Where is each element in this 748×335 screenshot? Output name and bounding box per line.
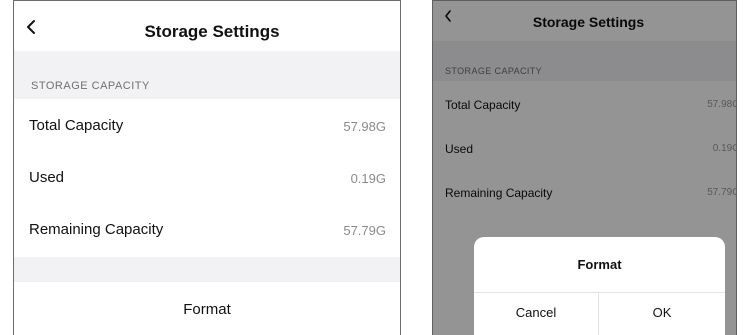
cancel-button[interactable]: Cancel xyxy=(474,293,598,335)
storage-settings-screen: Storage Settings STORAGE CAPACITY Total … xyxy=(13,0,401,335)
storage-settings-screen-format-dialog: Storage Settings STORAGE CAPACITY Total … xyxy=(432,0,737,335)
section-label: STORAGE CAPACITY xyxy=(31,80,150,92)
header-bar: Storage Settings xyxy=(14,1,400,51)
row-value: 57.79G xyxy=(343,223,386,238)
section-gap xyxy=(14,257,400,282)
page-title: Storage Settings xyxy=(144,22,280,41)
row-label: Used xyxy=(29,169,65,186)
dialog-title: Format xyxy=(577,257,622,272)
format-confirm-dialog: Format Cancel OK xyxy=(474,237,725,335)
row-value: 57.98G xyxy=(343,119,386,134)
format-label: Format xyxy=(183,301,231,318)
row-label: Total Capacity xyxy=(29,117,124,134)
row-value: 0.19G xyxy=(350,171,386,186)
ok-button[interactable]: OK xyxy=(599,293,725,335)
ok-label: OK xyxy=(652,305,672,320)
format-button[interactable]: Format xyxy=(14,282,400,335)
row-total-capacity: Total Capacity 57.98G xyxy=(14,99,400,151)
row-used: Used 0.19G xyxy=(14,151,400,203)
row-remaining-capacity: Remaining Capacity 57.79G xyxy=(14,203,400,255)
cancel-label: Cancel xyxy=(515,305,557,320)
row-label: Remaining Capacity xyxy=(29,221,164,238)
